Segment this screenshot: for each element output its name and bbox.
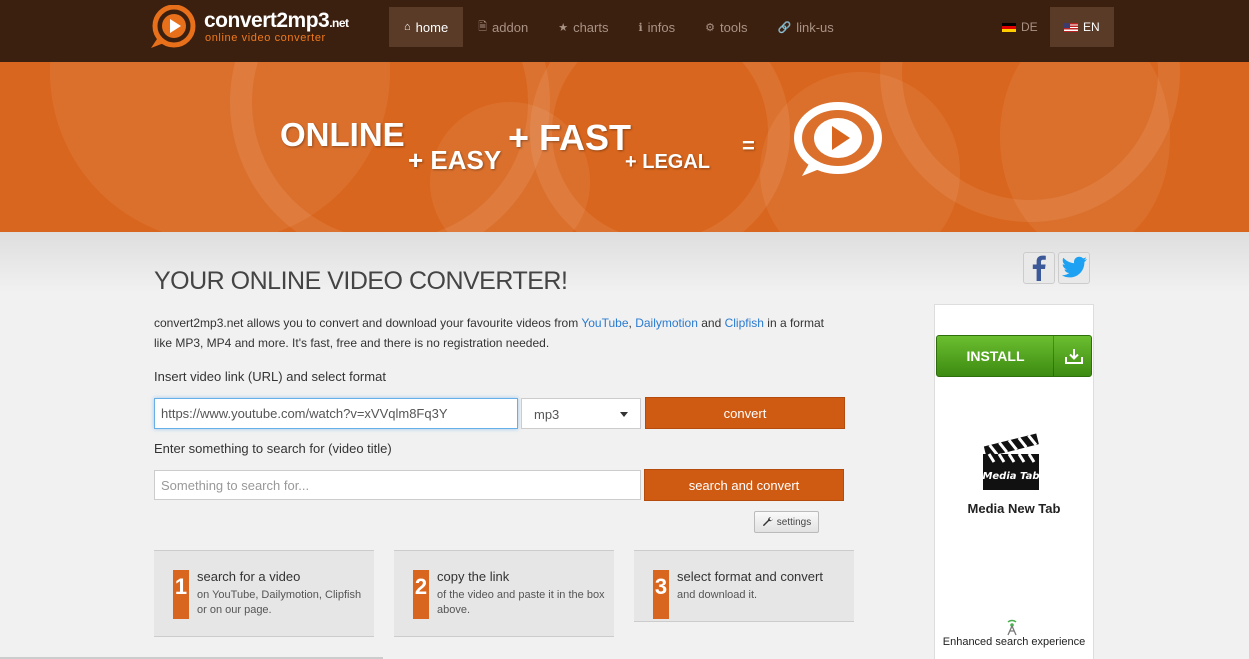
settings-button[interactable]: settings [754, 511, 819, 533]
banner-word-easy: + EASY [408, 145, 502, 175]
banner-equals: = [742, 133, 755, 158]
sidebar-ad: INSTALL Media Tab Media New Tab Enhanced… [934, 304, 1094, 659]
ad-footer: Enhanced search experience [942, 636, 1086, 648]
facebook-button[interactable] [1023, 252, 1055, 284]
step-card-3: 3 select format and convert and download… [634, 550, 854, 622]
step-number: 3 [653, 570, 669, 619]
intro-text: convert2mp3.net allows you to convert an… [154, 316, 824, 350]
step-description: on YouTube, Dailymotion, Clipfish or on … [197, 589, 362, 616]
caret-down-icon [620, 412, 628, 417]
lang-de-button[interactable]: DE [988, 7, 1052, 47]
file-icon: 🗎 [478, 20, 488, 33]
link-youtube[interactable]: YouTube [581, 316, 628, 330]
link-icon: 🔗 [777, 21, 792, 34]
wrench-icon [762, 517, 773, 526]
search-and-convert-button[interactable]: search and convert [644, 469, 844, 501]
step-card-1: 1 search for a video on YouTube, Dailymo… [154, 550, 374, 637]
us-flag-icon [1064, 22, 1078, 32]
banner-word-legal: + LEGAL [625, 151, 711, 173]
step-number: 2 [413, 570, 429, 619]
facebook-icon [1032, 255, 1046, 281]
nav-infos[interactable]: ℹ infos [623, 7, 690, 47]
logo-tagline: online video converter [205, 32, 326, 44]
download-icon [1055, 336, 1092, 376]
search-label: Enter something to search for (video tit… [154, 441, 392, 456]
nav-home[interactable]: ⌂ home [389, 7, 464, 47]
info-icon: ℹ [638, 21, 643, 34]
site-logo[interactable]: convert2mp3.net online video converter [147, 5, 367, 49]
page-title: YOUR ONLINE VIDEO CONVERTER! [154, 267, 568, 295]
twitter-button[interactable] [1058, 252, 1090, 284]
ad-title[interactable]: Media New Tab [935, 501, 1093, 516]
clapper-text: Media Tab [982, 471, 1039, 482]
install-button[interactable]: INSTALL [936, 335, 1092, 377]
logo-play-icon [151, 5, 196, 48]
step-title: copy the link [437, 569, 510, 584]
nav-addon[interactable]: 🗎 addon [463, 7, 543, 47]
star-icon: ★ [558, 21, 569, 34]
cogs-icon: ⚙ [705, 21, 716, 34]
step-description: and download it. [677, 589, 758, 601]
banner-word-online: ONLINE [280, 116, 405, 153]
nav-charts[interactable]: ★ charts [543, 7, 623, 47]
format-select[interactable]: mp3 [521, 398, 641, 429]
antenna-icon [1007, 619, 1017, 636]
step-number: 1 [173, 570, 189, 619]
nav-link-us[interactable]: 🔗 link-us [762, 7, 848, 47]
step-description: of the video and paste it in the box abo… [437, 589, 605, 616]
convert-button[interactable]: convert [645, 397, 845, 429]
url-label: Insert video link (URL) and select forma… [154, 369, 386, 384]
banner-word-fast: + FAST [508, 117, 632, 158]
hero-banner: ONLINE + EASY + FAST + LEGAL = [0, 62, 1249, 232]
link-dailymotion[interactable]: Dailymotion [635, 316, 698, 330]
main-content: YOUR ONLINE VIDEO CONVERTER! convert2mp3… [0, 232, 1249, 659]
step-title: select format and convert [677, 569, 823, 584]
url-input[interactable] [154, 398, 518, 429]
step-card-2: 2 copy the link of the video and paste i… [394, 550, 614, 637]
banner-logo-icon [794, 102, 882, 176]
search-input[interactable] [154, 470, 641, 500]
link-clipfish[interactable]: Clipfish [725, 316, 764, 330]
logo-text: convert2mp3.net [204, 9, 349, 32]
top-navbar: convert2mp3.net online video converter ⌂… [0, 0, 1249, 62]
nav-tools[interactable]: ⚙ tools [690, 7, 762, 47]
lang-en-button[interactable]: EN [1050, 7, 1114, 47]
home-icon: ⌂ [404, 21, 411, 33]
clapperboard-icon: Media Tab [982, 433, 1040, 490]
german-flag-icon [1002, 22, 1016, 32]
main-nav: ⌂ home 🗎 addon ★ charts ℹ infos ⚙ tools 🔗 link… [389, 7, 849, 47]
step-title: search for a video [197, 569, 301, 584]
twitter-icon [1061, 256, 1087, 278]
